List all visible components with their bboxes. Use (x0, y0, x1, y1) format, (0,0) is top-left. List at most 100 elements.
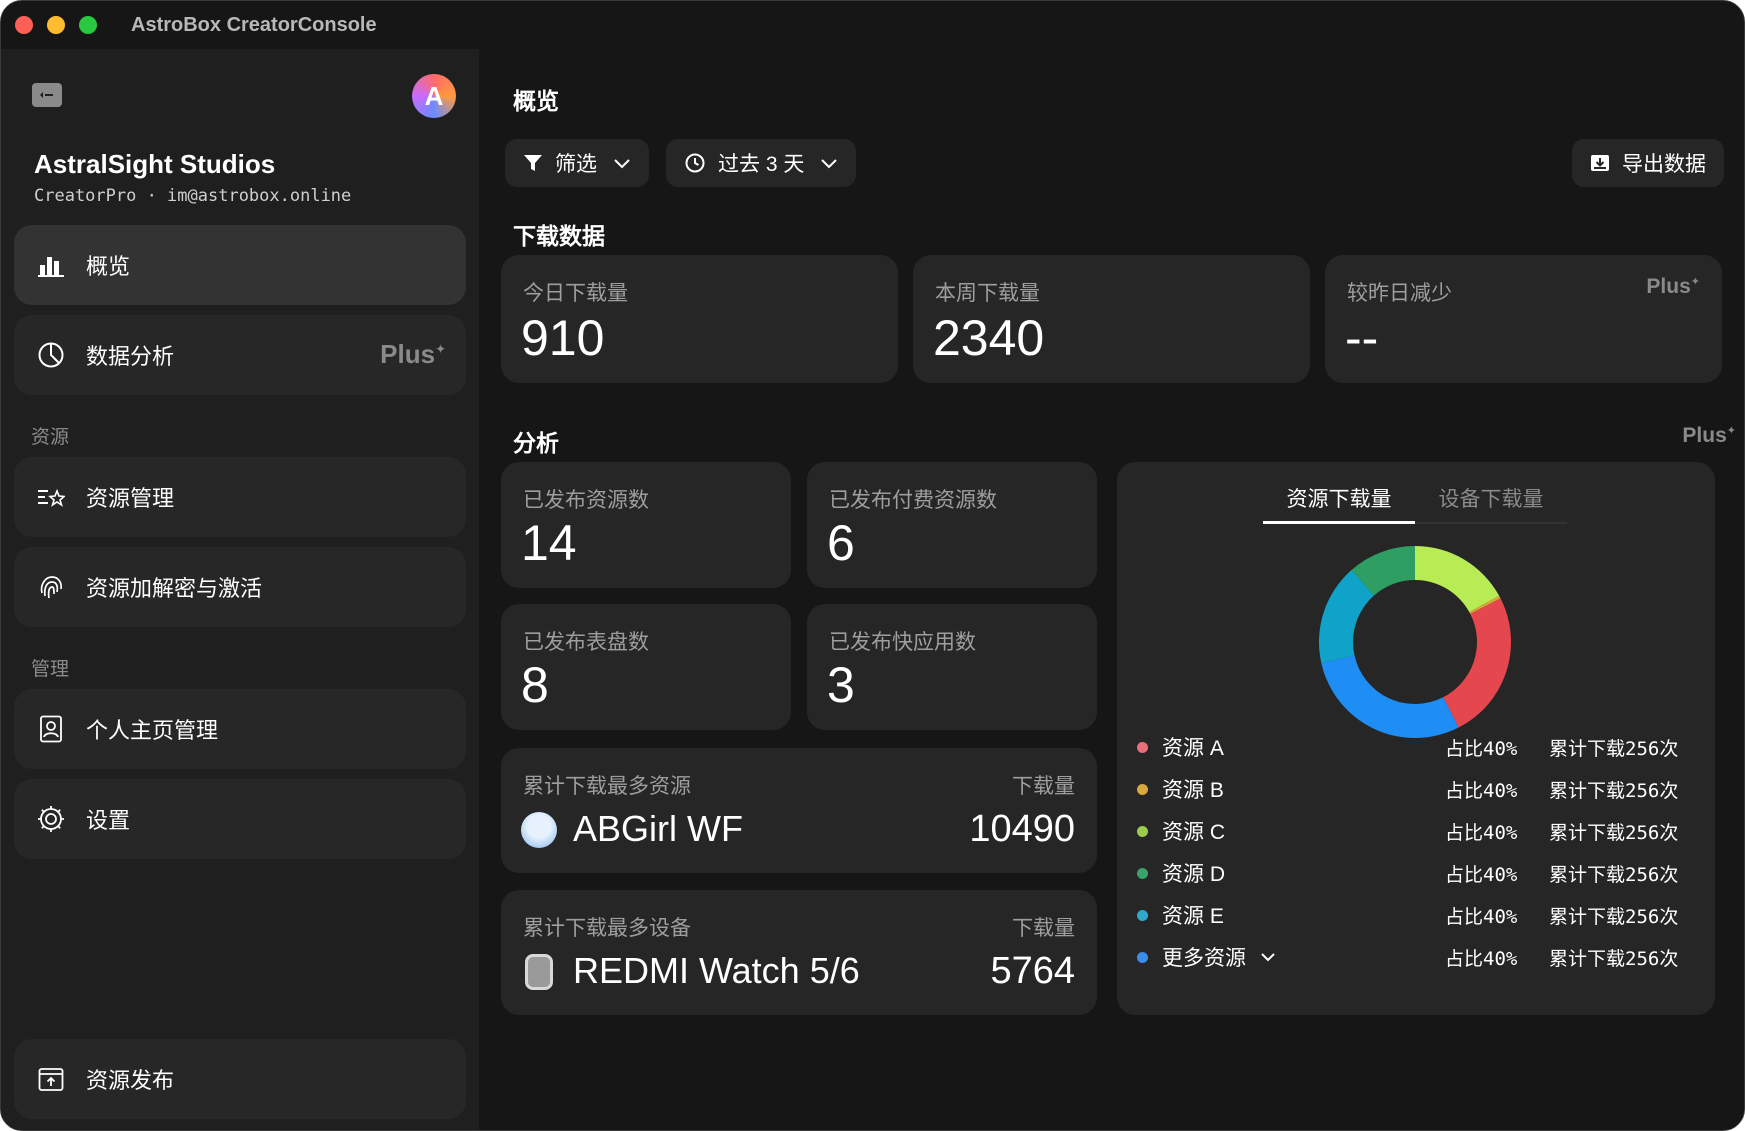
avatar[interactable]: A (412, 74, 456, 118)
legend-row[interactable]: 更多资源 占比40% 累计下载256次 (1137, 942, 1697, 972)
sidebar-item-label: 资源管理 (86, 486, 175, 511)
legend-total: 累计下载256次 (1549, 737, 1679, 760)
legend-share: 占比40% (1445, 779, 1518, 802)
legend-share: 占比40% (1445, 737, 1518, 760)
zoom-window-button[interactable] (79, 16, 97, 34)
sidebar-item-resource-management[interactable]: 资源管理 (14, 457, 466, 537)
sidebar-item-analytics[interactable]: 数据分析 Plus✦ (14, 315, 466, 395)
stat-label: 较昨日减少 (1347, 282, 1452, 305)
stat-label: 已发布资源数 (523, 489, 649, 512)
account-subtitle: CreatorPro · im@astrobox.online (34, 186, 352, 206)
analysis-section-title: 分析 (513, 430, 559, 456)
section-label-resources: 资源 (31, 427, 70, 448)
sidebar-item-encryption-activation[interactable]: 资源加解密与激活 (14, 547, 466, 627)
legend-name: 更多资源 (1162, 942, 1402, 972)
resource-name: ABGirl WF (573, 808, 743, 849)
filter-icon (523, 153, 543, 173)
export-data-button[interactable]: 导出数据 (1572, 139, 1724, 187)
resource-thumbnail (521, 812, 557, 848)
sidebar-item-publish-resource[interactable]: 资源发布 (14, 1039, 466, 1119)
tab-resource-downloads[interactable]: 资源下载量 (1263, 474, 1415, 524)
legend-color-dot (1137, 867, 1148, 879)
legend-color-dot (1137, 783, 1148, 795)
time-range-dropdown[interactable]: 过去 3 天 (666, 139, 857, 187)
sidebar-item-label: 概览 (86, 254, 131, 279)
donut-chart (1319, 546, 1511, 738)
legend-name: 资源 C (1162, 821, 1225, 844)
plus-badge: Plus✦ (1646, 275, 1700, 298)
downloads-section-title: 下载数据 (513, 223, 605, 249)
legend-total: 累计下载256次 (1549, 947, 1679, 970)
main-content: 概览 筛选 过去 3 天 导出数据 下载数据 今日下载量 910 本周下载量 2… (479, 49, 1744, 1130)
chart-tabs: 资源下载量 设备下载量 (1263, 474, 1567, 524)
plus-badge: Plus✦ (1682, 424, 1736, 447)
watch-icon (525, 954, 553, 990)
stat-card-watchfaces: 已发布表盘数 8 (501, 604, 791, 730)
studio-name: AstralSight Studios (34, 149, 276, 179)
filter-dropdown[interactable]: 筛选 (505, 139, 649, 187)
legend-share: 占比40% (1445, 905, 1518, 928)
top-resource-card[interactable]: 累计下载最多资源 下载量 ABGirl WF 10490 (501, 748, 1097, 873)
sidebar-item-label: 个人主页管理 (86, 718, 219, 743)
minimize-window-button[interactable] (47, 16, 65, 34)
stat-card-paid: 已发布付费资源数 6 (807, 462, 1097, 588)
legend-total: 累计下载256次 (1549, 905, 1679, 928)
sidebar: A AstralSight Studios CreatorPro · im@as… (1, 49, 479, 1130)
fingerprint-icon (36, 572, 66, 602)
filter-label: 筛选 (555, 153, 597, 176)
legend-color-dot (1137, 909, 1148, 921)
chevron-down-icon (613, 157, 631, 169)
chevron-down-icon[interactable] (1260, 951, 1276, 963)
donut-slice-2[interactable] (1443, 598, 1511, 728)
stat-value: 14 (521, 515, 577, 571)
legend-name: 资源 E (1162, 905, 1224, 928)
list-star-icon (36, 482, 66, 512)
title-bar: AstroBox CreatorConsole (1, 1, 1744, 49)
stat-card-today: 今日下载量 910 (501, 255, 898, 383)
legend-name: 资源 B (1162, 779, 1224, 802)
stat-value: 2340 (933, 310, 1045, 366)
resource-download-count: 10490 (969, 808, 1075, 850)
sidebar-item-profile-page[interactable]: 个人主页管理 (14, 689, 466, 769)
tab-device-downloads[interactable]: 设备下载量 (1415, 474, 1567, 524)
legend-row: 资源 C 占比40% 累计下载256次 (1137, 816, 1697, 846)
plus-badge: Plus✦ (380, 339, 446, 369)
legend-share: 占比40% (1445, 863, 1518, 886)
chevron-down-icon (820, 157, 838, 169)
download-tray-icon (1590, 153, 1610, 173)
upload-box-icon (36, 1064, 66, 1094)
section-label-management: 管理 (31, 659, 70, 680)
legend-share: 占比40% (1445, 947, 1518, 970)
card-right-label: 下载量 (1012, 917, 1075, 940)
device-download-count: 5764 (990, 950, 1075, 992)
page-title: 概览 (513, 88, 559, 114)
card-label: 累计下载最多资源 (523, 775, 691, 798)
clock-history-icon (684, 152, 706, 174)
close-window-button[interactable] (15, 16, 33, 34)
app-title: AstroBox CreatorConsole (131, 13, 377, 36)
legend-total: 累计下载256次 (1549, 821, 1679, 844)
gear-icon (36, 804, 66, 834)
bar-chart-icon (36, 250, 66, 280)
sidebar-item-overview[interactable]: 概览 (14, 225, 466, 305)
donut-slice-0[interactable] (1415, 546, 1500, 613)
top-device-card[interactable]: 累计下载最多设备 下载量 REDMI Watch 5/6 5764 (501, 890, 1097, 1015)
stat-label: 已发布付费资源数 (829, 489, 997, 512)
stat-card-daily-change: 较昨日减少 Plus✦ -- (1325, 255, 1722, 383)
downloads-breakdown-card: 资源下载量 设备下载量 资源 A 占比40% 累计下载256次 资源 B 占比40% 累计… (1117, 462, 1715, 1015)
stat-value: -- (1345, 310, 1379, 366)
contact-card-icon (36, 714, 66, 744)
legend-row: 资源 B 占比40% 累计下载256次 (1137, 774, 1697, 804)
legend-row: 资源 E 占比40% 累计下载256次 (1137, 900, 1697, 930)
legend-color-dot (1137, 741, 1148, 753)
sidebar-item-settings[interactable]: 设置 (14, 779, 466, 859)
legend-color-dot (1137, 825, 1148, 837)
sidebar-item-label: 数据分析 (86, 344, 175, 369)
card-label: 累计下载最多设备 (523, 917, 691, 940)
donut-slice-3[interactable] (1321, 655, 1459, 738)
sidebar-toggle-button[interactable] (31, 82, 63, 108)
legend-name: 资源 D (1162, 863, 1225, 886)
legend-total: 累计下载256次 (1549, 863, 1679, 886)
sidebar-item-label: 资源加解密与激活 (86, 576, 263, 601)
stat-value: 8 (521, 657, 549, 713)
